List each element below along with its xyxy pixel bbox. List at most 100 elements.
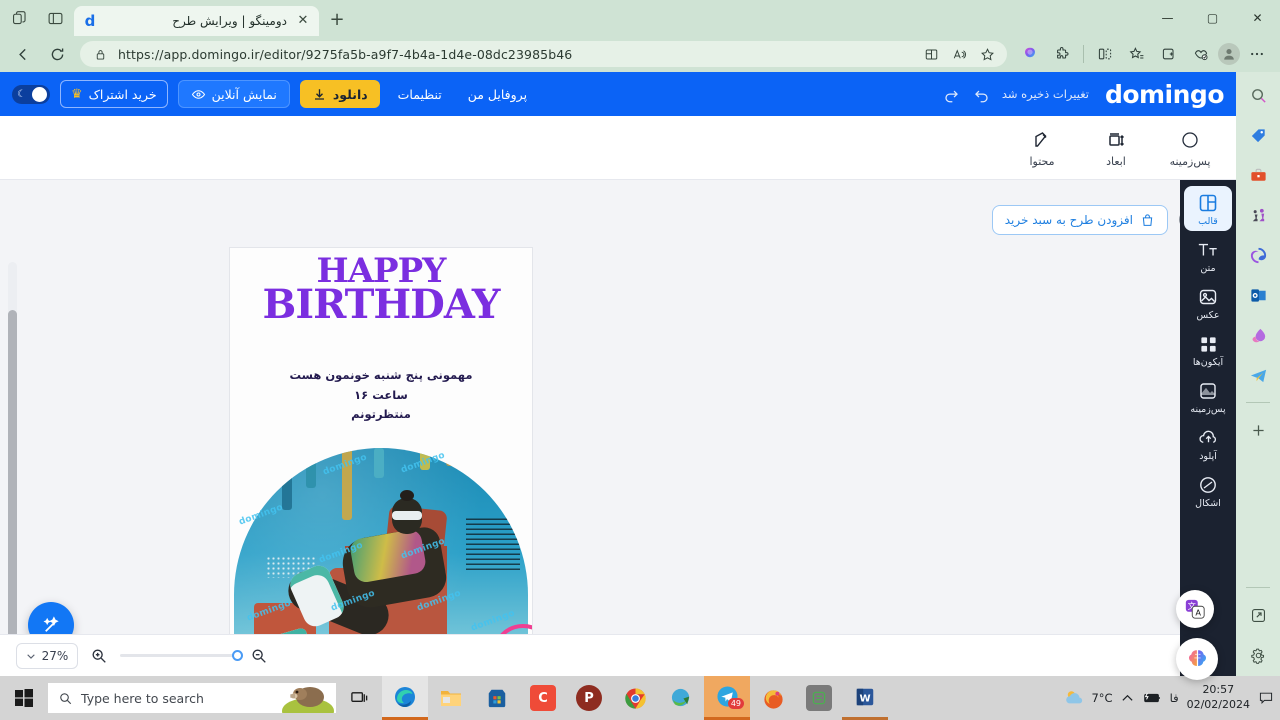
- taskbar-app-camtasia[interactable]: C: [520, 676, 566, 720]
- toolbar-item-dimensions[interactable]: ابعاد: [1090, 128, 1142, 168]
- zoom-in-icon[interactable]: [88, 645, 110, 667]
- window-close-button[interactable]: ✕: [1235, 2, 1280, 34]
- copilot-button[interactable]: [1176, 638, 1218, 680]
- sidebar-label: اشکال: [1195, 498, 1221, 509]
- my-profile-link[interactable]: پروفایل من: [460, 87, 535, 102]
- search-icon: [60, 692, 72, 704]
- tab-favicon-domingo: d: [84, 12, 96, 30]
- microsoft365-icon[interactable]: [1245, 242, 1271, 268]
- photoscape-icon: P: [576, 685, 602, 711]
- taskbar-app-photoscape[interactable]: P: [566, 676, 612, 720]
- image-icon: [1198, 286, 1218, 308]
- show-hidden-icons-icon[interactable]: [1121, 692, 1134, 705]
- copilot-icon[interactable]: [1015, 40, 1045, 68]
- shopping-bag-icon: [1142, 213, 1153, 226]
- toolbar-item-background[interactable]: پس‌زمینه: [1164, 128, 1216, 168]
- games-icon[interactable]: [1245, 202, 1271, 228]
- windows-start-icon[interactable]: [0, 676, 48, 720]
- read-aloud-icon[interactable]: [949, 44, 969, 64]
- design-canvas[interactable]: HAPPY BIRTHDAY مهمونی پنج شنبه خونمون هس…: [230, 248, 532, 676]
- paint-drop-icon[interactable]: [1245, 322, 1271, 348]
- birthday-subtitle[interactable]: مهمونی پنج شنبه خونمون هست ساعت ۱۶ منتظر…: [230, 366, 532, 425]
- sidebar-item-image[interactable]: عکس: [1184, 280, 1232, 325]
- close-icon[interactable]: ✕: [295, 13, 311, 29]
- settings-gear-icon[interactable]: [1245, 642, 1271, 668]
- download-button[interactable]: دانلود: [299, 80, 380, 108]
- outlook-icon[interactable]: [1245, 282, 1271, 308]
- lock-icon: [90, 44, 110, 64]
- sidebar-item-shapes[interactable]: اشکال: [1184, 468, 1232, 513]
- sidebar-item-upload[interactable]: آپلود: [1184, 421, 1232, 466]
- zoom-out-icon[interactable]: [248, 645, 270, 667]
- zoom-slider-knob[interactable]: [232, 650, 243, 661]
- maximize-button[interactable]: ▢: [1190, 2, 1235, 34]
- taskbar-app-word[interactable]: W: [842, 676, 888, 720]
- extensions-icon[interactable]: [1047, 40, 1077, 68]
- telegram-icon[interactable]: [1245, 362, 1271, 388]
- subtitle-line-1: مهمونی پنج شنبه خونمون هست: [289, 368, 473, 382]
- app-logo[interactable]: domingo: [1105, 80, 1225, 109]
- sidebar-item-icons[interactable]: آیکون‌ها: [1184, 327, 1232, 372]
- browser-split-screen-icon[interactable]: [1090, 40, 1120, 68]
- word-icon: W: [856, 688, 874, 705]
- shopping-tag-icon[interactable]: [1245, 122, 1271, 148]
- keyboard-language[interactable]: فا: [1170, 691, 1179, 705]
- settings-link[interactable]: تنظیمات: [390, 87, 450, 102]
- open-in-new-icon[interactable]: [1245, 602, 1271, 628]
- translate-button[interactable]: 文 A: [1176, 590, 1214, 628]
- favorites-icon[interactable]: [1122, 40, 1152, 68]
- buy-subscription-button[interactable]: خرید اشتراک ♛: [60, 80, 168, 108]
- taskbar-app-file-explorer[interactable]: [428, 676, 474, 720]
- browser-essentials-icon[interactable]: [1186, 40, 1216, 68]
- canvas-wrapper: HAPPY BIRTHDAY مهمونی پنج شنبه خونمون هس…: [230, 248, 532, 676]
- add-to-cart-button[interactable]: افزودن طرح به سبد خرید: [991, 205, 1168, 235]
- reload-icon[interactable]: [42, 40, 72, 68]
- taskbar-app-telegram[interactable]: 49: [704, 676, 750, 720]
- settings-more-icon[interactable]: [1242, 40, 1272, 68]
- decor-hanging-6: [446, 448, 456, 466]
- zoom-level-select[interactable]: 27%: [16, 642, 78, 669]
- taskbar-app-store[interactable]: [474, 676, 520, 720]
- sidebar-item-background[interactable]: پس‌زمینه: [1184, 374, 1232, 419]
- notification-icon[interactable]: [1258, 690, 1274, 706]
- add-icon[interactable]: [1245, 417, 1271, 443]
- taskbar-search-box[interactable]: Type here to search: [48, 683, 336, 713]
- canvas-scrollbar-thumb[interactable]: [8, 310, 17, 676]
- taskbar-app-idm[interactable]: [658, 676, 704, 720]
- split-tab-icon[interactable]: [42, 5, 68, 31]
- dark-mode-toggle[interactable]: ☾: [12, 84, 50, 104]
- redo-icon[interactable]: [942, 84, 962, 104]
- undo-icon[interactable]: [972, 84, 992, 104]
- zoom-slider[interactable]: [120, 650, 243, 661]
- taskbar-app-firefox[interactable]: [750, 676, 796, 720]
- online-preview-button[interactable]: نمایش آنلاین: [177, 80, 290, 108]
- weather-widget[interactable]: 7°C: [1064, 689, 1113, 707]
- canvas-scrollbar[interactable]: [8, 262, 17, 676]
- app-header: domingo تغییرات ذخیره شد پروفایل من تنظی…: [0, 72, 1236, 116]
- toolbar-divider: [1083, 45, 1084, 63]
- split-screen-icon[interactable]: [921, 44, 941, 64]
- sidebar-label: پس‌زمینه: [1190, 404, 1226, 415]
- star-icon[interactable]: [977, 44, 997, 64]
- minimize-button[interactable]: —: [1145, 2, 1190, 34]
- sidebar-item-text[interactable]: متن: [1184, 233, 1232, 278]
- microsoft-store-icon: [488, 689, 506, 708]
- address-bar[interactable]: https://app.domingo.ir/editor/9275fa5b-a…: [80, 41, 1007, 67]
- search-icon[interactable]: [1245, 82, 1271, 108]
- task-view-icon[interactable]: [336, 676, 382, 720]
- new-tab-button[interactable]: +: [323, 6, 351, 34]
- toolbar-item-content[interactable]: محتوا: [1016, 128, 1068, 168]
- sidebar-item-template[interactable]: قالب: [1184, 186, 1232, 231]
- taskbar-app-eset[interactable]: [796, 676, 842, 720]
- taskbar-clock[interactable]: 20:57 02/02/2024: [1187, 683, 1250, 713]
- birthday-title[interactable]: HAPPY BIRTHDAY: [230, 254, 532, 325]
- back-icon[interactable]: [8, 40, 38, 68]
- profile-avatar[interactable]: [1218, 43, 1240, 65]
- browser-tab[interactable]: d دومینگو | ویرایش طرح ✕: [74, 6, 319, 36]
- tab-actions-icon[interactable]: [6, 5, 32, 31]
- collections-icon[interactable]: [1154, 40, 1184, 68]
- battery-charging-icon[interactable]: [1142, 691, 1162, 705]
- taskbar-app-chrome[interactable]: [612, 676, 658, 720]
- taskbar-app-edge[interactable]: [382, 676, 428, 720]
- tools-briefcase-icon[interactable]: [1245, 162, 1271, 188]
